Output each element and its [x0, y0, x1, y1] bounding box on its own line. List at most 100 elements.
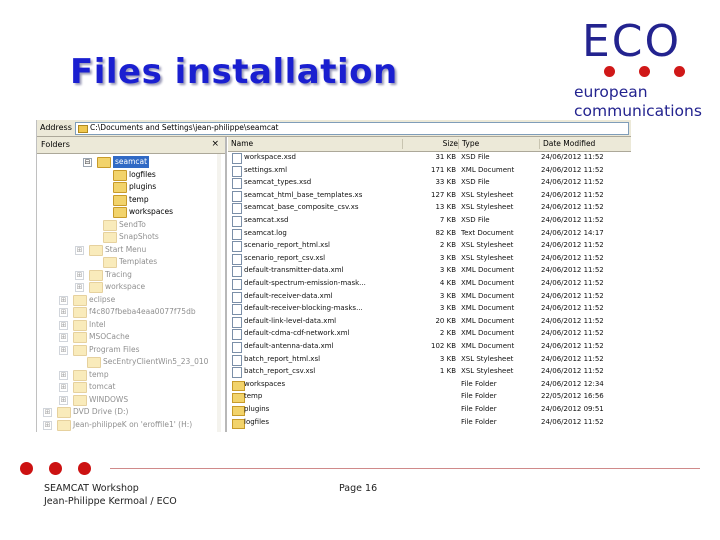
tree-item[interactable]: ⊟ seamcat — [37, 156, 217, 169]
tree-item[interactable]: ⊞ workspace — [37, 281, 217, 294]
tree-item-label: MSOCache — [89, 332, 130, 341]
tree-item[interactable]: ⊞ temp — [37, 369, 217, 382]
column-header-type[interactable]: Type — [458, 139, 542, 149]
tree-item[interactable]: ⊞ WINDOWS — [37, 394, 217, 407]
file-row[interactable]: seamcat_base_composite_csv.xs 13 KB XSL St… — [228, 202, 631, 215]
file-row[interactable]: scenario_report_csv.xsl 3 KB XSL Styleshee… — [228, 253, 631, 265]
tree-item[interactable]: plugins — [37, 181, 217, 194]
file-icon — [232, 253, 242, 265]
file-row[interactable]: batch_report_html.xsl 3 KB XSL Stylesheet 2… — [228, 354, 631, 366]
tree-item[interactable]: ⊞ Intel — [37, 319, 217, 332]
close-icon[interactable]: × — [211, 139, 219, 149]
expand-icon[interactable]: ⊞ — [59, 395, 68, 405]
file-name: seamcat_html_base_templates.xs — [244, 190, 363, 199]
expand-icon[interactable]: ⊞ — [59, 345, 68, 355]
footer-dots — [20, 462, 100, 476]
file-date: 24/06/2012 11:52 — [541, 253, 604, 262]
expand-icon[interactable]: ⊞ — [75, 245, 84, 255]
file-row[interactable]: seamcat.xsd 7 KB XSD File 24/06/2012 11:52 — [228, 215, 631, 227]
file-size: 20 KB — [435, 316, 456, 325]
expand-icon[interactable]: ⊞ — [75, 270, 84, 280]
collapse-icon[interactable]: ⊟ — [83, 158, 92, 167]
expand-icon[interactable]: ⊞ — [59, 295, 68, 305]
tree-item[interactable]: Templates — [37, 256, 217, 269]
address-value: C:\Documents and Settings\jean-philippe\… — [90, 123, 279, 132]
tree-scrollbar[interactable] — [217, 154, 221, 432]
tree-item-label: eclipse — [89, 294, 116, 304]
file-row[interactable]: default-receiver-data.xml 3 KB XML Documen… — [228, 291, 631, 303]
file-row[interactable]: plugins File Folder 24/06/2012 09:51 — [228, 404, 631, 416]
file-row[interactable]: scenario_report_html.xsl 2 KB XSL Styleshe… — [228, 240, 631, 253]
file-row[interactable]: default-receiver-blocking-masks... 3 KB XM… — [228, 303, 631, 316]
tree-item[interactable]: ⊞Officedoc on 'eroffile1' (O:) — [37, 431, 217, 432]
file-row[interactable]: seamcat.log 82 KB Text Document 24/06/2012 … — [228, 228, 631, 240]
tree-item[interactable]: workspaces — [37, 206, 217, 219]
expand-icon[interactable]: ⊞ — [75, 283, 84, 292]
tree-item[interactable]: ⊞ tomcat — [37, 381, 217, 394]
file-row[interactable]: default-link-level-data.xml 20 KB XML Docu… — [228, 316, 631, 328]
file-row[interactable]: seamcat_types.xsd 33 KB XSD File 24/06/2012… — [228, 177, 631, 190]
file-row[interactable]: default-antenna-data.xml 102 KB XML Docume… — [228, 341, 631, 353]
expand-icon[interactable]: ⊞ — [59, 383, 68, 392]
expand-icon[interactable]: ⊞ — [59, 308, 68, 317]
file-icon — [232, 291, 242, 303]
file-icon — [232, 329, 242, 341]
file-row[interactable]: default-transmitter-data.xml 3 KB XML Docu… — [228, 265, 631, 278]
column-headers: Name Size Type Date Modified — [228, 137, 631, 152]
folder-icon — [87, 357, 101, 368]
file-row[interactable]: workspaces File Folder 24/06/2012 12:34 — [228, 379, 631, 391]
file-name: seamcat_base_composite_csv.xs — [244, 203, 359, 212]
file-size: 1 KB — [439, 367, 456, 376]
file-date: 24/06/2012 11:52 — [541, 241, 604, 250]
expand-icon[interactable]: ⊞ — [43, 408, 52, 417]
file-name: workspaces — [244, 379, 286, 388]
tree-item[interactable]: ⊞ Jean-philippeK on 'eroffile1' (H:) — [37, 419, 217, 432]
tree-item[interactable]: logfiles — [37, 169, 217, 182]
file-date: 24/06/2012 11:52 — [541, 216, 604, 224]
file-row[interactable]: batch_report_csv.xsl 1 KB XSL Stylesheet 24… — [228, 366, 631, 379]
file-name: seamcat.xsd — [244, 216, 289, 224]
tree-item[interactable]: ⊞ Start Menu — [37, 244, 217, 257]
tree-item[interactable]: ⊞ MSOCache — [37, 331, 217, 344]
file-icon — [232, 203, 242, 215]
tree-item[interactable]: temp — [37, 194, 217, 207]
tree-item-label: Officedoc on 'eroffile1' (O:) — [73, 431, 174, 432]
expand-icon[interactable]: ⊞ — [59, 370, 68, 380]
file-icon — [232, 165, 242, 177]
file-size: 102 KB — [431, 342, 456, 350]
file-row[interactable]: seamcat_html_base_templates.xs 127 KB XSL … — [228, 190, 631, 202]
footer-divider — [110, 468, 700, 469]
expand-icon[interactable]: ⊞ — [59, 333, 68, 342]
file-date: 24/06/2012 12:34 — [541, 379, 604, 388]
tree-item[interactable]: SendTo — [37, 219, 217, 232]
folder-icon — [73, 332, 87, 343]
tree-item[interactable]: ⊞ DVD Drive (D:) — [37, 406, 217, 419]
tree-item[interactable]: ⊞ f4c807fbeba4eaa0077f75db — [37, 306, 217, 319]
tree-item-label: plugins — [129, 182, 157, 191]
file-row[interactable]: settings.xml 171 KB XML Document 24/06/2012… — [228, 165, 631, 177]
folder-icon — [89, 269, 103, 281]
address-field[interactable]: C:\Documents and Settings\jean-philippe\… — [75, 122, 629, 135]
expand-icon[interactable]: ⊞ — [43, 420, 52, 430]
tree-item[interactable]: ⊞ Program Files — [37, 344, 217, 357]
file-row[interactable]: workspace.xsd 31 KB XSD File 24/06/2012 11:… — [228, 152, 631, 164]
column-header-name[interactable]: Name — [228, 139, 401, 149]
tree-item[interactable]: ⊞ eclipse — [37, 294, 217, 307]
file-name: workspace.xsd — [244, 153, 296, 161]
file-row[interactable]: default-cdma-cdf-network.xml 2 KB XML Docu… — [228, 328, 631, 341]
expand-icon[interactable]: ⊞ — [59, 320, 68, 330]
column-header-size[interactable]: Size — [402, 139, 458, 149]
column-header-date[interactable]: Date Modified — [539, 139, 631, 149]
tree-item[interactable]: ⊞ Tracing — [37, 269, 217, 282]
file-row[interactable]: temp File Folder 22/05/2012 16:56 — [228, 391, 631, 404]
folder-icon — [97, 157, 111, 168]
file-row[interactable]: default-spectrum-emission-mask... 4 KB XML… — [228, 278, 631, 290]
file-row[interactable]: logfiles File Folder 24/06/2012 11:52 — [228, 417, 631, 429]
file-name: default-link-level-data.xml — [244, 316, 337, 325]
folder-icon — [57, 419, 71, 431]
folder-icon — [73, 382, 87, 393]
tree-item[interactable]: SnapShots — [37, 231, 217, 244]
file-icon — [232, 354, 242, 366]
tree-item[interactable]: SecEntryClientWin5_23_010 — [37, 356, 217, 369]
file-icon — [232, 178, 242, 190]
